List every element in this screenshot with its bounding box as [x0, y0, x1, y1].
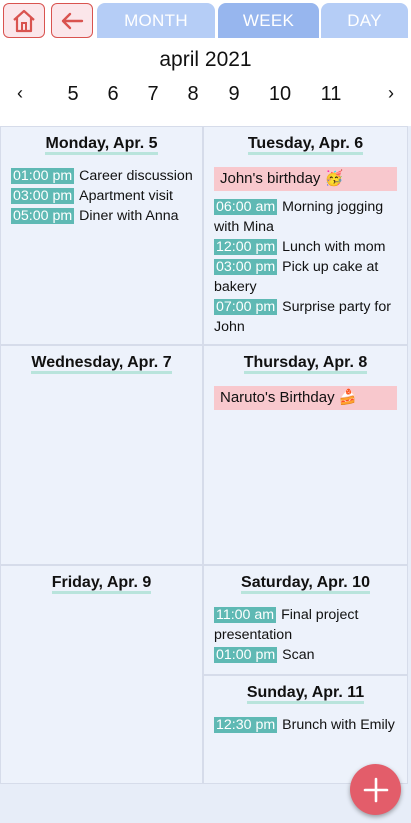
day-number[interactable]: 5: [67, 83, 78, 106]
day-title: Tuesday, Apr. 6: [204, 135, 407, 155]
day-number[interactable]: 10: [269, 83, 291, 106]
top-bar: MONTH WEEK DAY: [0, 0, 411, 40]
arrow-left-icon: [61, 12, 84, 29]
event-title: Diner with Anna: [79, 208, 179, 224]
event-time: 03:00 pm: [214, 259, 278, 275]
home-icon: [13, 9, 35, 32]
day-title: Monday, Apr. 5: [1, 135, 202, 155]
event-item[interactable]: 03:00 pm Pick up cake at bakery: [214, 257, 397, 297]
event-item[interactable]: 12:00 pm Lunch with mom: [214, 237, 397, 257]
plus-icon: [363, 777, 388, 802]
day-cell-wednesday[interactable]: Wednesday, Apr. 7: [0, 345, 203, 565]
all-day-event[interactable]: John's birthday 🥳: [214, 167, 397, 191]
event-time: 01:00 pm: [214, 647, 278, 663]
event-time: 11:00 am: [214, 607, 277, 623]
event-title: Apartment visit: [79, 188, 173, 204]
next-week-button[interactable]: ›: [388, 83, 394, 104]
day-cell-thursday[interactable]: Thursday, Apr. 8 Naruto's Birthday 🍰: [203, 345, 408, 565]
event-time: 12:00 pm: [214, 239, 278, 255]
day-title: Saturday, Apr. 10: [204, 574, 407, 594]
event-list: Naruto's Birthday 🍰: [214, 386, 397, 416]
home-button[interactable]: [3, 3, 45, 38]
event-list: 12:30 pm Brunch with Emily: [214, 715, 397, 735]
day-number[interactable]: 8: [187, 83, 198, 106]
month-title: april 2021: [159, 48, 252, 71]
day-number[interactable]: 9: [228, 83, 239, 106]
event-item[interactable]: 06:00 am Morning jogging with Mina: [214, 197, 397, 237]
day-title: Wednesday, Apr. 7: [1, 354, 202, 374]
day-cell-monday[interactable]: Monday, Apr. 5 01:00 pm Career discussion…: [0, 126, 203, 345]
day-cell-friday[interactable]: Friday, Apr. 9: [0, 565, 203, 784]
event-item[interactable]: 01:00 pm Scan: [214, 645, 397, 665]
day-number[interactable]: 6: [107, 83, 118, 106]
day-cell-tuesday[interactable]: Tuesday, Apr. 6 John's birthday 🥳 06:00 …: [203, 126, 408, 345]
event-item[interactable]: 03:00 pm Apartment visit: [11, 186, 196, 206]
day-cell-saturday[interactable]: Saturday, Apr. 10 11:00 am Final project …: [203, 565, 408, 675]
event-item[interactable]: 07:00 pm Surprise party for John: [214, 297, 397, 337]
event-time: 06:00 am: [214, 199, 278, 215]
all-day-event[interactable]: Naruto's Birthday 🍰: [214, 386, 397, 410]
event-time: 03:00 pm: [11, 188, 75, 204]
tab-month[interactable]: MONTH: [97, 3, 215, 38]
event-list: John's birthday 🥳 06:00 am Morning joggin…: [214, 167, 397, 337]
event-item[interactable]: 12:30 pm Brunch with Emily: [214, 715, 397, 735]
event-time: 05:00 pm: [11, 208, 75, 224]
event-title: Lunch with mom: [282, 239, 386, 255]
week-grid: Monday, Apr. 5 01:00 pm Career discussion…: [0, 126, 411, 823]
event-item[interactable]: 05:00 pm Diner with Anna: [11, 206, 196, 226]
week-day-strip: ‹ 5 6 7 8 9 10 11 ›: [0, 83, 411, 109]
event-title: Brunch with Emily: [282, 717, 395, 733]
event-title: Career discussion: [79, 168, 193, 184]
day-title: Thursday, Apr. 8: [204, 354, 407, 374]
tab-day[interactable]: DAY: [321, 3, 408, 38]
prev-week-button[interactable]: ‹: [17, 83, 23, 104]
event-title: Scan: [282, 647, 315, 663]
event-time: 01:00 pm: [11, 168, 75, 184]
event-list: 01:00 pm Career discussion 03:00 pm Apartm…: [11, 166, 196, 226]
event-item[interactable]: 01:00 pm Career discussion: [11, 166, 196, 186]
add-event-button[interactable]: [350, 764, 401, 815]
day-number[interactable]: 7: [147, 83, 158, 106]
day-title: Sunday, Apr. 11: [204, 684, 407, 704]
event-list: 11:00 am Final project presentation 01:00…: [214, 605, 397, 665]
tab-week[interactable]: WEEK: [218, 3, 319, 38]
back-button[interactable]: [51, 3, 93, 38]
event-item[interactable]: 11:00 am Final project presentation: [214, 605, 397, 645]
event-time: 07:00 pm: [214, 299, 278, 315]
day-number[interactable]: 11: [321, 83, 342, 106]
event-time: 12:30 pm: [214, 717, 278, 733]
day-title: Friday, Apr. 9: [1, 574, 202, 594]
